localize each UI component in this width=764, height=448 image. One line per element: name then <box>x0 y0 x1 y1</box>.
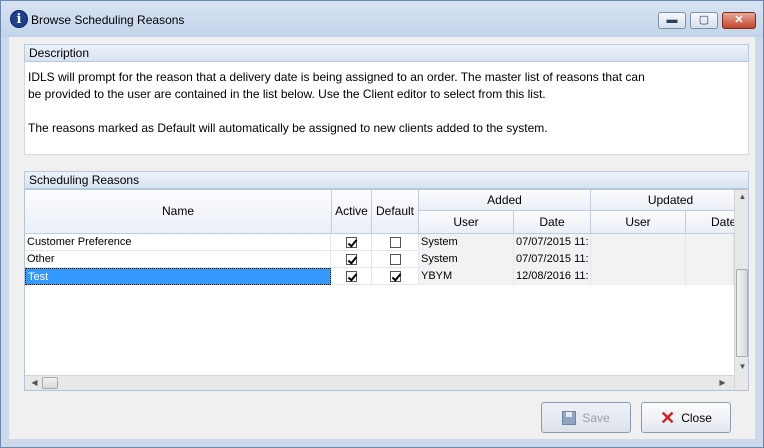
description-line-3: The reasons marked as Default will autom… <box>28 121 548 135</box>
minimize-button[interactable]: ▬ <box>658 12 686 29</box>
active-checkbox[interactable] <box>346 237 357 248</box>
column-group-added: Added <box>419 190 591 211</box>
row-added-user: System <box>419 251 514 268</box>
table-row[interactable]: Customer Preference System 07/07/2015 11… <box>25 234 737 251</box>
close-button-label: Close <box>681 410 712 425</box>
row-name[interactable]: Customer Preference <box>25 234 331 251</box>
save-button[interactable]: Save <box>541 402 631 433</box>
dialog-body: Description IDLS will prompt for the rea… <box>9 37 755 439</box>
column-header-added-user[interactable]: User <box>419 211 514 234</box>
row-added-date: 12/08/2016 11: <box>514 268 591 285</box>
default-checkbox[interactable] <box>390 237 401 248</box>
row-updated-user <box>591 268 686 285</box>
horizontal-scrollbar[interactable]: ◀ ▶ <box>25 375 734 390</box>
active-checkbox[interactable] <box>346 254 357 265</box>
save-button-label: Save <box>582 410 610 425</box>
scroll-right-icon[interactable]: ▶ <box>715 378 730 387</box>
scheduling-reasons-header: Scheduling Reasons <box>24 171 749 189</box>
info-icon: i <box>10 10 28 28</box>
description-text: IDLS will prompt for the reason that a d… <box>24 62 749 155</box>
column-header-added-date[interactable]: Date <box>514 211 591 234</box>
column-header-default[interactable]: Default <box>372 190 419 234</box>
title-bar: i Browse Scheduling Reasons ▬ ▢ ✕ <box>1 1 763 37</box>
row-added-user: System <box>419 234 514 251</box>
floppy-disk-icon <box>562 410 577 425</box>
row-updated-date <box>686 251 734 268</box>
default-checkbox[interactable] <box>390 254 401 265</box>
scroll-up-icon[interactable]: ▲ <box>735 192 748 201</box>
close-x-icon: ✕ <box>660 407 676 428</box>
window-close-button[interactable]: ✕ <box>722 12 756 29</box>
vertical-scrollbar[interactable]: ▲ ▼ <box>734 190 748 390</box>
column-header-name[interactable]: Name <box>25 190 332 234</box>
column-group-updated: Updated <box>591 190 748 211</box>
row-updated-user <box>591 251 686 268</box>
close-button[interactable]: ✕ Close <box>641 402 731 433</box>
table-row-selected[interactable]: Test YBYM 12/08/2016 11: <box>25 268 737 285</box>
active-checkbox[interactable] <box>346 271 357 282</box>
table-row[interactable]: Other System 07/07/2015 11: <box>25 251 737 268</box>
description-header: Description <box>24 44 749 62</box>
description-line-1: IDLS will prompt for the reason that a d… <box>28 70 645 84</box>
column-header-active[interactable]: Active <box>332 190 372 234</box>
row-updated-date <box>686 268 734 285</box>
default-checkbox[interactable] <box>390 271 401 282</box>
row-updated-date <box>686 234 734 251</box>
vertical-scroll-thumb[interactable] <box>736 269 748 357</box>
description-line-2: be provided to the user are contained in… <box>28 87 546 101</box>
row-updated-user <box>591 234 686 251</box>
row-added-date: 07/07/2015 11: <box>514 251 591 268</box>
scheduling-reasons-grid[interactable]: Name Active Default Added Updated User D… <box>24 189 749 391</box>
row-added-user: YBYM <box>419 268 514 285</box>
row-name[interactable]: Test <box>25 268 331 285</box>
window-title: Browse Scheduling Reasons <box>31 13 185 27</box>
row-added-date: 07/07/2015 11: <box>514 234 591 251</box>
column-header-updated-user[interactable]: User <box>591 211 686 234</box>
horizontal-scroll-thumb[interactable] <box>42 377 58 389</box>
row-name[interactable]: Other <box>25 251 331 268</box>
scroll-down-icon[interactable]: ▼ <box>735 362 748 371</box>
maximize-button[interactable]: ▢ <box>690 12 718 29</box>
browse-scheduling-reasons-window: i Browse Scheduling Reasons ▬ ▢ ✕ Descri… <box>0 0 764 448</box>
scroll-left-icon[interactable]: ◀ <box>27 378 42 387</box>
